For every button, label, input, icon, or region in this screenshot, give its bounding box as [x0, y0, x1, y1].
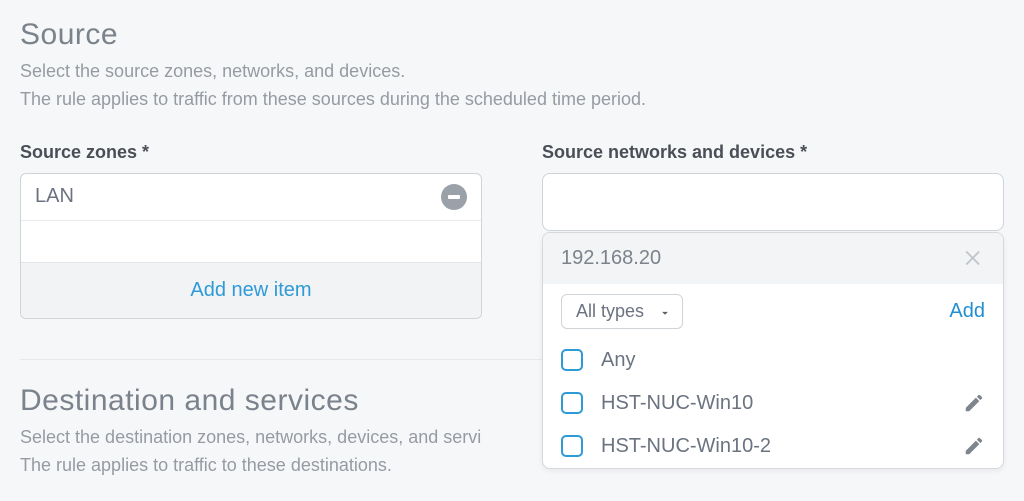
source-networks-input[interactable] — [542, 173, 1004, 231]
option-label: HST-NUC-Win10 — [601, 392, 945, 415]
source-zones-listbox: LAN Add new item — [20, 173, 482, 319]
networks-dropdown: 192.168.20 All types Add — [542, 232, 1004, 469]
edit-icon[interactable] — [963, 435, 985, 457]
option-checkbox[interactable] — [561, 392, 583, 414]
source-desc-line-2: The rule applies to traffic from these s… — [20, 86, 1004, 114]
type-filter-label: All types — [576, 301, 644, 322]
type-filter-select[interactable]: All types — [561, 294, 683, 329]
option-checkbox[interactable] — [561, 435, 583, 457]
destination-section-title: Destination and services — [20, 384, 524, 418]
dropdown-option[interactable]: HST-NUC-Win10-2 — [543, 425, 1003, 468]
source-desc-line-1: Select the source zones, networks, and d… — [20, 58, 1004, 86]
source-zone-blank-row — [21, 220, 481, 262]
source-zone-item[interactable]: LAN — [21, 174, 481, 220]
add-network-button[interactable]: Add — [949, 300, 985, 323]
source-zone-item-label: LAN — [35, 185, 74, 208]
source-section-title: Source — [20, 18, 1004, 52]
chevron-down-icon — [658, 304, 672, 318]
dropdown-option[interactable]: HST-NUC-Win10 — [543, 382, 1003, 425]
dropdown-search-input[interactable]: 192.168.20 — [561, 247, 661, 270]
source-networks-label: Source networks and devices * — [542, 142, 1004, 163]
remove-zone-icon[interactable] — [441, 184, 467, 210]
destination-desc-line-1: Select the destination zones, networks, … — [20, 424, 524, 452]
edit-icon[interactable] — [963, 392, 985, 414]
source-zones-label: Source zones * — [20, 142, 482, 163]
option-label: Any — [601, 349, 985, 372]
dropdown-option[interactable]: Any — [543, 339, 1003, 382]
option-label: HST-NUC-Win10-2 — [601, 435, 945, 458]
destination-desc-line-2: The rule applies to traffic to these des… — [20, 452, 524, 480]
dropdown-toolbar: All types Add — [543, 284, 1003, 339]
add-source-zone-button[interactable]: Add new item — [21, 262, 481, 318]
clear-search-icon[interactable] — [963, 247, 985, 269]
dropdown-search-row: 192.168.20 — [543, 233, 1003, 284]
option-checkbox[interactable] — [561, 349, 583, 371]
